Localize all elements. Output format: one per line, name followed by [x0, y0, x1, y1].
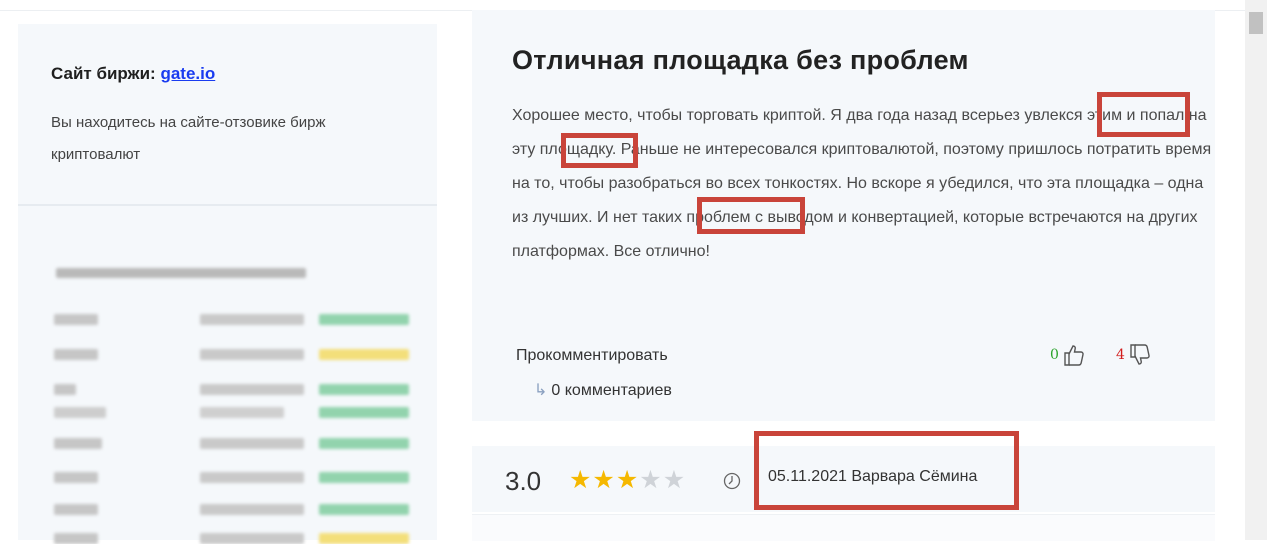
- reply-arrow-icon: ↳: [534, 382, 548, 399]
- review-date-author: 05.11.2021 Варвара Сёмина: [768, 468, 978, 485]
- thumbs-down-icon: [1129, 343, 1151, 367]
- review-rating-bar: 3.0 ★ ★ ★ ★ ★ 05.11.2021 Варвара Сёмина: [472, 446, 1215, 512]
- comment-button[interactable]: Прокомментировать: [516, 347, 668, 365]
- thumbs-up-icon: [1063, 343, 1085, 367]
- dislike-count: 4: [1116, 347, 1125, 363]
- rating-score: 3.0: [505, 466, 542, 496]
- star-icon: ★: [569, 466, 592, 494]
- exchange-site-link[interactable]: gate.io: [160, 64, 215, 83]
- star-icon: ★: [662, 466, 686, 494]
- star-icon: ★: [592, 466, 615, 494]
- next-section: [472, 514, 1215, 541]
- comments-count[interactable]: ↳ 0 комментариев: [534, 380, 672, 400]
- site-description: Вы находитесь на сайте-отзовике бирж кри…: [51, 114, 326, 163]
- comments-count-label: 0 комментариев: [551, 382, 672, 399]
- review-text: Хорошее место, чтобы торговать криптой. …: [512, 107, 1212, 260]
- star-icon: ★: [615, 466, 639, 494]
- like-button[interactable]: 0: [1050, 343, 1085, 367]
- clock-icon: [723, 472, 741, 495]
- exchange-site-label: Сайт биржи:: [51, 64, 156, 83]
- star-icon: ★: [639, 466, 662, 494]
- exchange-site-line: Сайт биржи: gate.io: [51, 64, 215, 84]
- like-count: 0: [1050, 347, 1059, 363]
- blurred-ratings-table: [18, 206, 437, 544]
- review-title: Отличная площадка без проблем: [512, 45, 969, 75]
- review-card: Отличная площадка без проблем Хорошее ме…: [472, 10, 1215, 421]
- rating-stars: ★ ★ ★ ★ ★: [569, 467, 685, 493]
- exchange-sidebar: Сайт биржи: gate.io Вы находитесь на сай…: [18, 24, 437, 544]
- dislike-button[interactable]: 4: [1116, 343, 1151, 367]
- vertical-scrollbar[interactable]: [1245, 0, 1267, 540]
- scrollbar-thumb[interactable]: [1249, 12, 1263, 34]
